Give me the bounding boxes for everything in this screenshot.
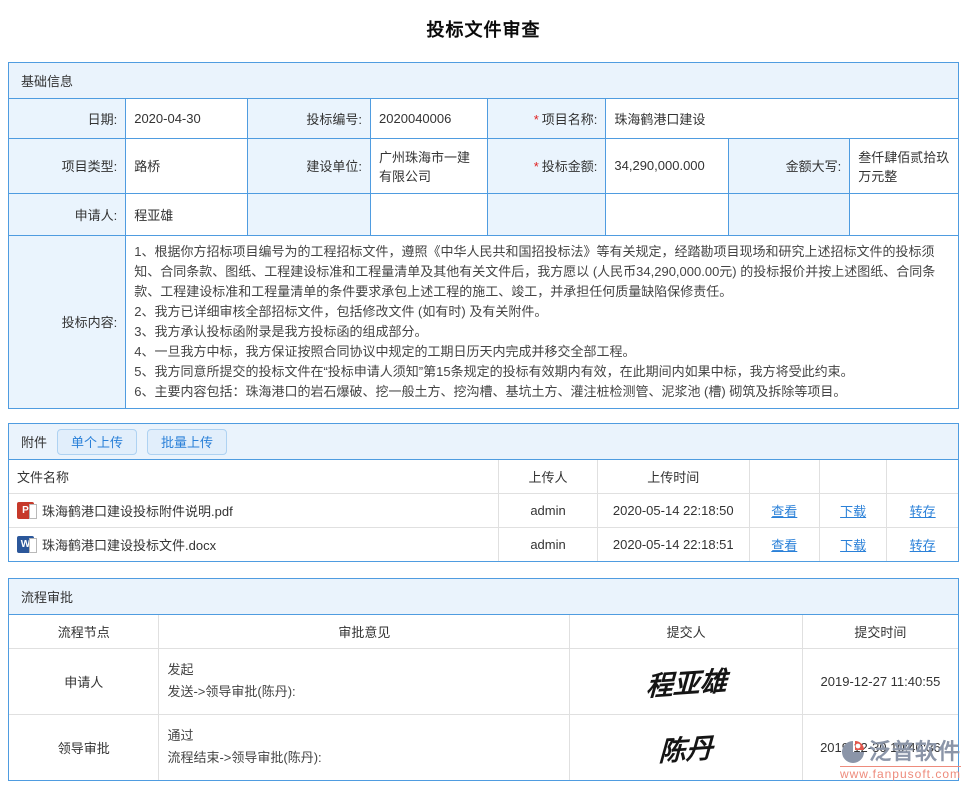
page: 投标文件审查 基础信息 日期: 2020-04-30 投标编号: 2020040… [0, 0, 967, 803]
fanpu-logo-icon [841, 740, 867, 764]
attachments-section-title: 附件 [21, 432, 47, 451]
bid-content-line: 5、我方同意所提交的投标文件在“投标申请人须知”第15条规定的投标有效期内有效，… [134, 362, 950, 382]
transfer-link[interactable]: 转存 [910, 504, 936, 519]
flow-node: 申请人 [9, 648, 159, 714]
approval-section-title: 流程审批 [21, 587, 73, 606]
fanpu-watermark: 泛普软件 www.fanpusoft.com [840, 740, 961, 780]
transfer-link[interactable]: 转存 [910, 538, 936, 553]
approval-row: 申请人 发起 发送->领导审批(陈丹): 程亚雄 2019-12-27 11:4… [9, 648, 958, 714]
download-link[interactable]: 下载 [840, 538, 866, 553]
bid-content-line: 6、主要内容包括：珠海港口的岩石爆破、挖一般土方、挖沟槽、基坑土方、灌注桩检测管… [134, 382, 950, 402]
date-label: 日期: [9, 99, 126, 138]
bid-content-value: 1、根据你方招标项目编号为的工程招标文件，遵照《中华人民共和国招投标法》等有关规… [126, 235, 958, 408]
applicant-value: 程亚雄 [126, 193, 247, 235]
amount-words-value: 叁仟肆佰贰拾玖万元整 [850, 138, 958, 193]
empty-label-cell [728, 193, 849, 235]
opinion-line: 发起 [167, 659, 561, 681]
attachments-section: 附件 单个上传 批量上传 文件名称 上传人 上传时间 P 珠 [8, 423, 959, 562]
file-upload-time: 2020-05-14 22:18:51 [597, 527, 749, 561]
brand-url: www.fanpusoft.com [840, 766, 961, 780]
view-link[interactable]: 查看 [771, 504, 797, 519]
empty-value-cell [606, 193, 728, 235]
empty-value-cell [850, 193, 958, 235]
pdf-file-icon: P [17, 502, 34, 519]
bid-content-line: 3、我方承认投标函附录是我方投标函的组成部分。 [134, 322, 950, 342]
bid-content-line: 2、我方已详细审核全部招标文件，包括修改文件 (如有时) 及有关附件。 [134, 302, 950, 322]
col-action-view [749, 460, 819, 493]
col-upload-time: 上传时间 [597, 460, 749, 493]
file-name[interactable]: 珠海鹤港口建设投标文件.docx [42, 535, 216, 554]
single-upload-button[interactable]: 单个上传 [57, 429, 137, 455]
project-name-label: *项目名称: [487, 99, 606, 138]
file-name-cell: W 珠海鹤港口建设投标文件.docx [9, 527, 499, 561]
col-action-download [819, 460, 886, 493]
applicant-label: 申请人: [9, 193, 126, 235]
basic-info-section-header: 基础信息 [9, 63, 958, 99]
empty-value-cell [371, 193, 488, 235]
bid-content-line: 1、根据你方招标项目编号为的工程招标文件，遵照《中华人民共和国招投标法》等有关规… [134, 242, 950, 302]
opinion-line: 流程结束->领导审批(陈丹): [167, 747, 561, 769]
signature: 陈丹 [658, 726, 713, 769]
col-flow-node: 流程节点 [9, 615, 159, 648]
attachments-table: 文件名称 上传人 上传时间 P 珠海鹤港口建设投标附件说明.pdf admin … [9, 460, 958, 561]
approval-section: 流程审批 流程节点 审批意见 提交人 提交时间 申请人 发起 发送->领导审批(… [8, 578, 959, 781]
file-upload-time: 2020-05-14 22:18:50 [597, 493, 749, 527]
col-action-transfer [887, 460, 958, 493]
empty-label-cell [487, 193, 606, 235]
flow-node: 领导审批 [9, 714, 159, 780]
basic-info-table: 日期: 2020-04-30 投标编号: 2020040006 *项目名称: 珠… [9, 99, 958, 408]
batch-upload-button[interactable]: 批量上传 [147, 429, 227, 455]
bid-amount-label-text: 投标金额: [542, 159, 598, 174]
approval-table: 流程节点 审批意见 提交人 提交时间 申请人 发起 发送->领导审批(陈丹): … [9, 615, 958, 780]
submit-time: 2019-12-27 11:40:55 [802, 648, 958, 714]
construction-unit-value: 广州珠海市一建有限公司 [371, 138, 488, 193]
attachments-section-header: 附件 单个上传 批量上传 [9, 424, 958, 460]
project-type-label: 项目类型: [9, 138, 126, 193]
page-title: 投标文件审查 [8, 16, 959, 42]
approval-opinion: 发起 发送->领导审批(陈丹): [159, 648, 570, 714]
brand-name: 泛普软件 [869, 741, 961, 763]
file-uploader: admin [499, 493, 598, 527]
signature: 程亚雄 [645, 659, 727, 704]
required-asterisk: * [534, 112, 539, 127]
date-value: 2020-04-30 [126, 99, 247, 138]
file-name-cell: P 珠海鹤港口建设投标附件说明.pdf [9, 493, 499, 527]
amount-words-label: 金额大写: [728, 138, 849, 193]
basic-info-section: 基础信息 日期: 2020-04-30 投标编号: 2020040006 *项目… [8, 62, 959, 409]
submitter-cell: 陈丹 [570, 714, 803, 780]
word-file-icon: W [17, 536, 34, 553]
construction-unit-label: 建设单位: [247, 138, 370, 193]
submitter-cell: 程亚雄 [570, 648, 803, 714]
col-submitter: 提交人 [570, 615, 803, 648]
project-name-label-text: 项目名称: [542, 112, 598, 127]
bid-content-line: 4、一旦我方中标，我方保证按照合同协议中规定的工期日历天内完成并移交全部工程。 [134, 342, 950, 362]
bid-amount-value: 34,290,000.000 [606, 138, 728, 193]
project-name-value: 珠海鹤港口建设 [606, 99, 958, 138]
project-type-value: 路桥 [126, 138, 247, 193]
view-link[interactable]: 查看 [771, 538, 797, 553]
col-uploader: 上传人 [499, 460, 598, 493]
col-submit-time: 提交时间 [802, 615, 958, 648]
attachment-row: P 珠海鹤港口建设投标附件说明.pdf admin 2020-05-14 22:… [9, 493, 958, 527]
attachment-row: W 珠海鹤港口建设投标文件.docx admin 2020-05-14 22:1… [9, 527, 958, 561]
file-name[interactable]: 珠海鹤港口建设投标附件说明.pdf [42, 501, 233, 520]
basic-info-section-title: 基础信息 [21, 71, 73, 90]
bid-amount-label: *投标金额: [487, 138, 606, 193]
approval-section-header: 流程审批 [9, 579, 958, 615]
col-approval-opinion: 审批意见 [159, 615, 570, 648]
bid-no-value: 2020040006 [371, 99, 488, 138]
opinion-line: 通过 [167, 725, 561, 747]
opinion-line: 发送->领导审批(陈丹): [167, 681, 561, 703]
file-uploader: admin [499, 527, 598, 561]
col-file-name: 文件名称 [9, 460, 499, 493]
bid-no-label: 投标编号: [247, 99, 370, 138]
bid-content-label: 投标内容: [9, 235, 126, 408]
approval-row: 领导审批 通过 流程结束->领导审批(陈丹): 陈丹 2019-12-30 10… [9, 714, 958, 780]
required-asterisk: * [534, 159, 539, 174]
approval-opinion: 通过 流程结束->领导审批(陈丹): [159, 714, 570, 780]
empty-label-cell [247, 193, 370, 235]
download-link[interactable]: 下载 [840, 504, 866, 519]
